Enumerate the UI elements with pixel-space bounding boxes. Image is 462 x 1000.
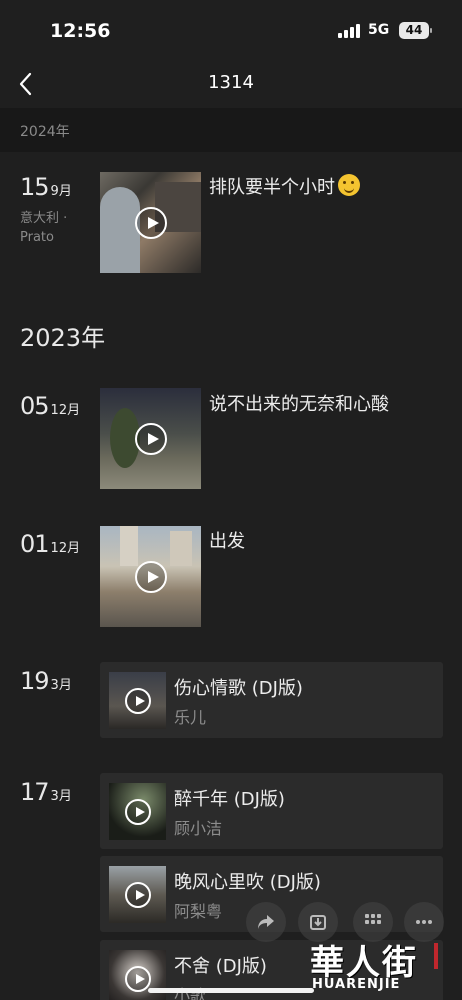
entry-date: 17 3月 <box>20 778 72 806</box>
play-icon[interactable] <box>124 965 151 992</box>
music-title: 晚风心里吹 (DJ版) <box>174 872 321 893</box>
play-icon[interactable] <box>134 206 167 239</box>
entry-day: 17 <box>20 778 50 806</box>
music-artist: 阿梨粤 <box>174 902 223 921</box>
more-icon <box>416 920 432 924</box>
entry-month: 3月 <box>50 789 72 804</box>
grid-icon <box>365 914 381 924</box>
watermark-mark <box>434 943 438 969</box>
video-thumbnail[interactable] <box>100 526 201 627</box>
music-card[interactable]: 醉千年 (DJ版) 顾小洁 <box>100 773 443 849</box>
entry-month: 9月 <box>50 184 72 199</box>
music-title: 伤心情歌 (DJ版) <box>174 678 303 699</box>
year-header-2024: 2024年 <box>0 108 462 152</box>
status-bar: 12:56 5G 44 <box>0 0 462 62</box>
music-cover <box>109 783 166 840</box>
location-line: Prato <box>20 230 54 245</box>
entry-day: 01 <box>20 530 50 558</box>
entry-day: 19 <box>20 667 50 695</box>
network-type: 5G <box>368 22 390 38</box>
play-icon[interactable] <box>124 687 151 714</box>
music-artist: 顾小洁 <box>174 819 223 838</box>
entry-date: 19 3月 <box>20 667 72 695</box>
emoji-icon <box>338 174 360 196</box>
page-title: 1314 <box>208 72 254 93</box>
music-cover <box>109 672 166 729</box>
caption-text: 排队要半个小时 <box>209 177 335 198</box>
entry-location: 意大利 · Prato <box>20 209 67 247</box>
play-icon[interactable] <box>134 422 167 455</box>
play-icon[interactable] <box>124 798 151 825</box>
entry-caption: 出发 <box>209 531 245 552</box>
battery-icon: 44 <box>399 22 432 39</box>
thumb-building <box>120 526 138 566</box>
entry-month: 12月 <box>50 403 81 418</box>
thumb-figure <box>100 187 140 273</box>
signal-icon <box>338 24 360 38</box>
music-title: 不舍 (DJ版) <box>174 956 267 977</box>
entry-month: 12月 <box>50 541 81 556</box>
music-artist: 乐儿 <box>174 708 207 727</box>
entry-caption: 排队要半个小时 <box>209 173 360 199</box>
share-button[interactable] <box>246 902 286 942</box>
nav-bar: 1314 <box>0 62 462 108</box>
video-thumbnail[interactable] <box>100 172 201 273</box>
play-icon[interactable] <box>134 560 167 593</box>
music-title: 醉千年 (DJ版) <box>174 789 285 810</box>
year-header-2023: 2023年 <box>20 324 106 352</box>
location-line: 意大利 · <box>20 211 68 226</box>
share-icon <box>258 915 274 929</box>
entry-day: 05 <box>20 392 50 420</box>
play-icon[interactable] <box>124 881 151 908</box>
year-label: 2024年 <box>20 124 70 140</box>
music-card[interactable]: 伤心情歌 (DJ版) 乐儿 <box>100 662 443 738</box>
entry-month: 3月 <box>50 678 72 693</box>
home-indicator[interactable] <box>148 988 314 993</box>
music-cover <box>109 866 166 923</box>
entry-date: 15 9月 <box>20 173 72 201</box>
status-time: 12:56 <box>50 20 111 42</box>
entry-date: 01 12月 <box>20 530 80 558</box>
watermark-subtext: HUARENJIE <box>312 977 401 992</box>
entry-caption: 说不出来的无奈和心酸 <box>209 394 389 415</box>
entry-date: 05 12月 <box>20 392 80 420</box>
download-icon <box>310 915 326 930</box>
entry-day: 15 <box>20 173 50 201</box>
thumb-building <box>170 531 192 566</box>
watermark-logo: 華人街 HUARENJIE <box>310 935 460 997</box>
video-thumbnail[interactable] <box>100 388 201 489</box>
